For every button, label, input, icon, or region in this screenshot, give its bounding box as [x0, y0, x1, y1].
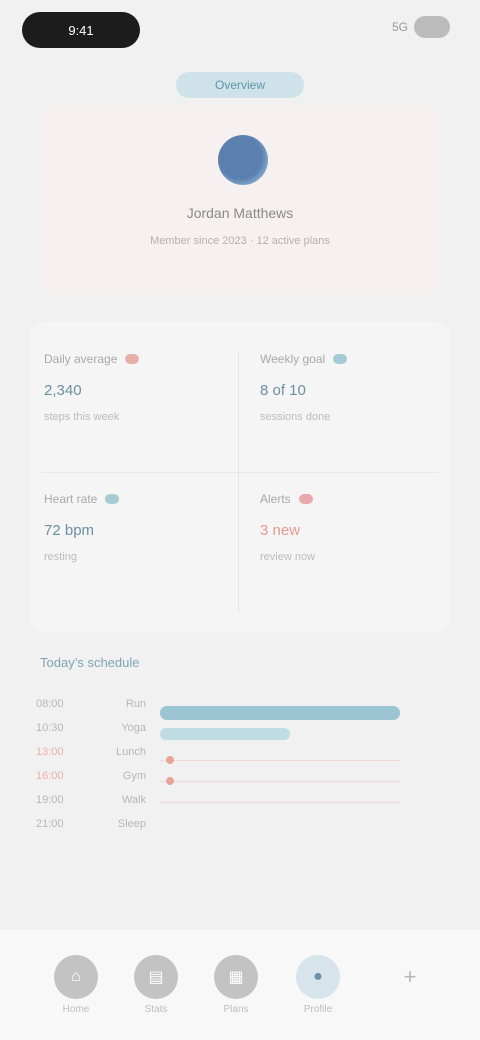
stats-panel: Daily average 2,340 steps this week Week…	[30, 322, 450, 632]
timeline-time: 13:00	[36, 746, 64, 758]
event-dot-icon	[166, 756, 174, 764]
stat-note: steps this week	[44, 411, 120, 423]
status-badge	[298, 494, 313, 504]
time-pill: 9:41	[22, 12, 140, 48]
status-badge	[333, 354, 348, 364]
chart-icon: ▤	[148, 969, 164, 986]
nav-label: Plans	[223, 1004, 249, 1015]
status-indicators: 5G	[392, 16, 450, 38]
timeline-label: Run	[125, 698, 146, 710]
event-dot-icon	[166, 777, 174, 785]
timeline-row[interactable]: 10:30 Yoga	[36, 716, 146, 740]
nav-label: Profile	[303, 1004, 333, 1015]
progress-bar-secondary	[160, 728, 290, 740]
timeline-label: Lunch	[116, 746, 146, 758]
stat-card-goal[interactable]: Weekly goal 8 of 10 sessions done	[260, 352, 450, 482]
stat-note: resting	[44, 551, 78, 563]
status-time: 9:41	[68, 22, 94, 38]
avatar	[218, 135, 268, 185]
nav-profile-button[interactable]: ●	[296, 955, 340, 999]
status-badge	[105, 494, 120, 504]
stat-note: sessions done	[260, 411, 331, 423]
stat-value: 3 new	[260, 522, 301, 539]
status-bar: 9:41 5G	[0, 0, 480, 60]
timeline-time: 21:00	[36, 818, 64, 830]
stat-value: 8 of 10	[260, 382, 306, 399]
timeline-title: Today’s schedule	[40, 655, 140, 670]
timeline-row[interactable]: 21:00 Sleep	[36, 812, 146, 836]
timeline-list: 08:00 Run 10:30 Yoga 13:00 Lunch 16:00 Gym 1…	[36, 692, 146, 882]
stat-card-daily[interactable]: Daily average 2,340 steps this week	[44, 352, 234, 482]
bottom-nav: ⌂ Home ▤ Stats ▦ Plans ● Profile +	[0, 930, 480, 1040]
stat-card-heart[interactable]: Heart rate 72 bpm resting	[44, 492, 234, 622]
stat-label: Alerts	[260, 492, 450, 506]
stat-label-text: Heart rate	[44, 492, 98, 506]
timeline-label: Sleep	[117, 818, 146, 830]
timeline-row[interactable]: 08:00 Run	[36, 692, 146, 716]
timeline-time: 10:30	[36, 722, 64, 734]
stat-label: Weekly goal	[260, 352, 450, 366]
calendar-icon: ▦	[228, 969, 244, 986]
profile-name: Jordan Matthews	[186, 205, 294, 221]
stat-value: 72 bpm	[44, 522, 95, 539]
plus-icon: +	[403, 964, 417, 989]
battery-icon	[414, 16, 450, 38]
progress-bar	[160, 706, 400, 720]
timeline-line	[160, 777, 400, 785]
nav-label: Stats	[144, 1004, 168, 1015]
timeline-row[interactable]: 13:00 Lunch	[36, 740, 146, 764]
nav-label: Home	[62, 1004, 90, 1015]
stat-label-text: Weekly goal	[260, 352, 326, 366]
timeline-time: 16:00	[36, 770, 64, 782]
timeline: 08:00 Run 10:30 Yoga 13:00 Lunch 16:00 Gym 1…	[36, 692, 406, 882]
user-icon: ●	[313, 968, 323, 985]
home-icon: ⌂	[71, 968, 81, 985]
profile-card[interactable]: Jordan Matthews Member since 2023 · 12 a…	[40, 105, 440, 295]
timeline-line	[160, 802, 400, 803]
header-tag[interactable]: Overview	[176, 72, 304, 98]
stat-label-text: Daily average	[44, 352, 118, 366]
add-button[interactable]: +	[398, 965, 422, 989]
stat-label-text: Alerts	[260, 492, 291, 506]
stat-label: Daily average	[44, 352, 234, 366]
header-tag-label: Overview	[214, 78, 265, 92]
stat-value: 2,340	[44, 382, 82, 399]
timeline-line	[160, 756, 400, 764]
nav-home-button[interactable]: ⌂	[54, 955, 98, 999]
timeline-row[interactable]: 16:00 Gym	[36, 764, 146, 788]
status-badge	[125, 354, 140, 364]
timeline-label: Yoga	[121, 722, 146, 734]
timeline-time: 08:00	[36, 698, 64, 710]
profile-subtitle: Member since 2023 · 12 active plans	[150, 235, 330, 247]
timeline-label: Walk	[121, 794, 146, 806]
stat-label: Heart rate	[44, 492, 234, 506]
network-label: 5G	[391, 20, 408, 34]
stat-card-alerts[interactable]: Alerts 3 new review now	[260, 492, 450, 622]
nav-stats-button[interactable]: ▤	[134, 955, 178, 999]
timeline-time: 19:00	[36, 794, 64, 806]
nav-plans-button[interactable]: ▦	[214, 955, 258, 999]
timeline-label: Gym	[122, 770, 146, 782]
divider-vertical	[238, 352, 239, 612]
stat-note: review now	[260, 551, 316, 563]
timeline-bars	[160, 706, 400, 866]
timeline-row[interactable]: 19:00 Walk	[36, 788, 146, 812]
